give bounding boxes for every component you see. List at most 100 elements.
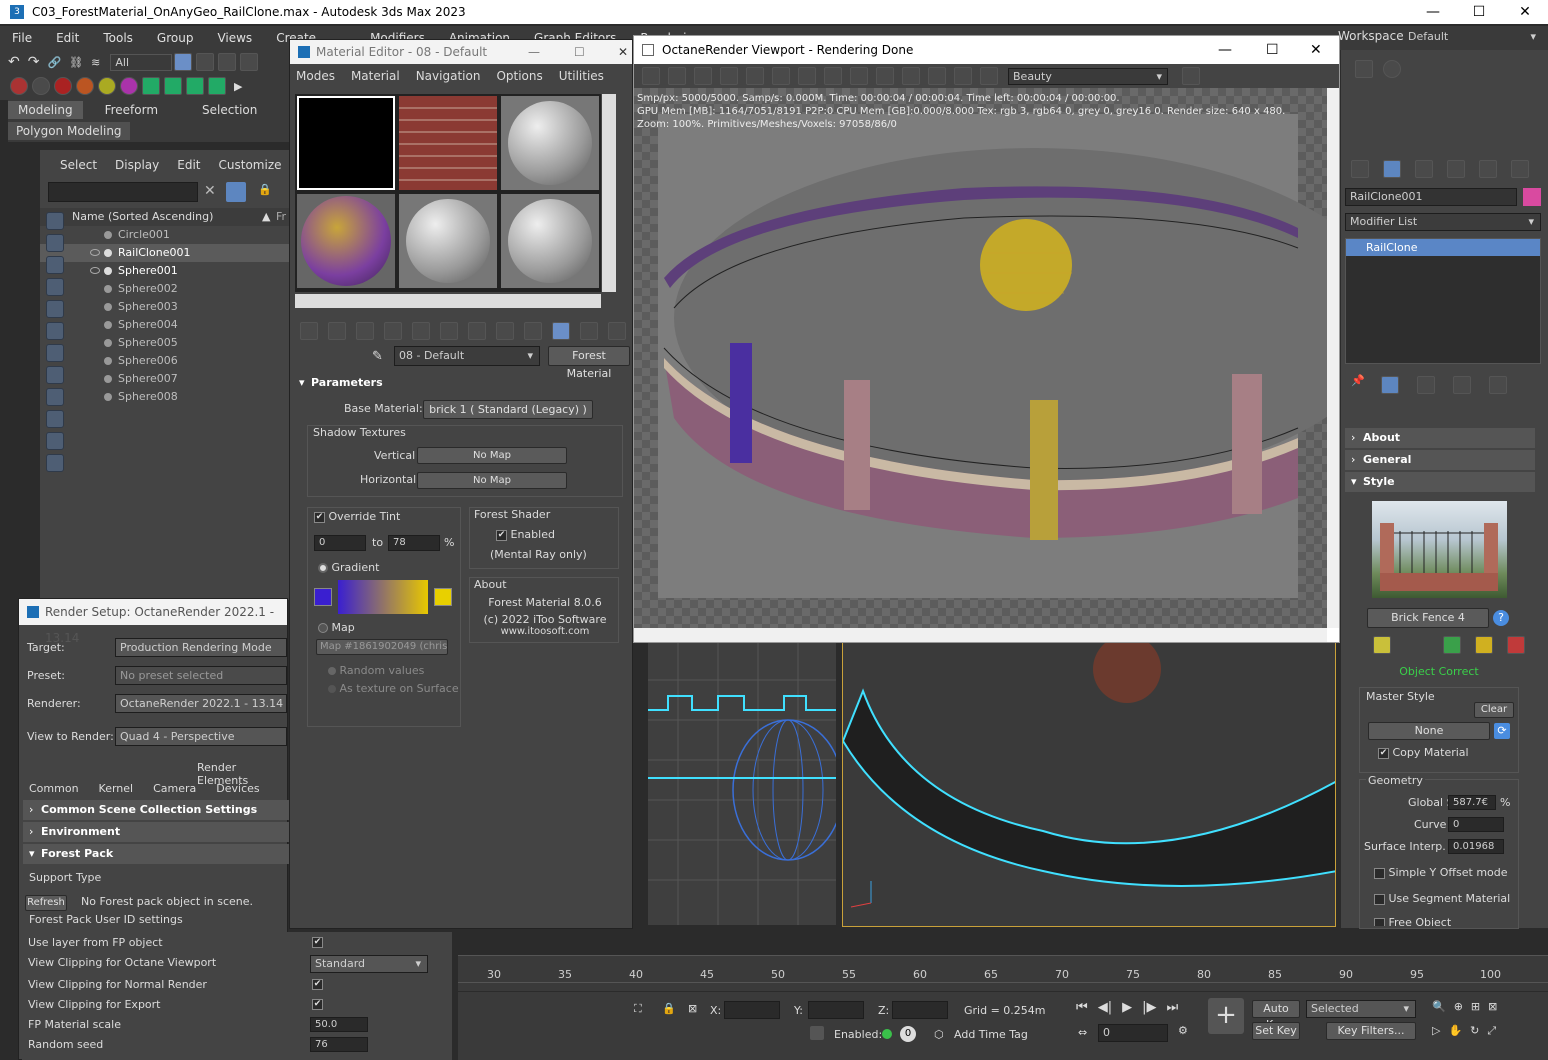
random-values-radio[interactable]: Random values xyxy=(328,664,424,677)
list-item[interactable]: RailClone001 xyxy=(40,244,290,262)
list-item[interactable]: Sphere001 xyxy=(40,262,290,280)
view-to-render-dropdown[interactable]: Quad 4 - Perspective xyxy=(115,727,287,746)
adaptive-degradation-icon[interactable] xyxy=(810,1026,824,1040)
gradient-radio[interactable]: Gradient xyxy=(318,561,379,574)
list-item[interactable]: Circle001 xyxy=(40,226,290,244)
show-end-result-icon[interactable] xyxy=(1380,376,1399,394)
eye-icon[interactable] xyxy=(90,267,100,274)
select-object-icon[interactable] xyxy=(174,53,193,71)
use-layer-checkbox[interactable]: ✔ xyxy=(312,937,323,948)
eyedropper-icon[interactable]: ✎ xyxy=(372,349,383,364)
use-segment-checkbox[interactable]: Use Segment Material xyxy=(1374,892,1510,905)
list-item[interactable]: Sphere008 xyxy=(40,388,290,406)
display-lights-icon[interactable] xyxy=(46,256,64,274)
tab-modeling[interactable]: Modeling xyxy=(8,101,83,119)
explorer-menu-display[interactable]: Display xyxy=(115,158,159,172)
octane-lock-icon[interactable] xyxy=(720,67,738,85)
tab-kernel[interactable]: Kernel xyxy=(89,779,144,799)
scale-icon[interactable] xyxy=(186,77,204,95)
object-color-swatch[interactable] xyxy=(1523,188,1541,206)
export-style-icon[interactable] xyxy=(1475,636,1493,654)
pin-stack-icon[interactable]: 📌 xyxy=(1351,374,1365,396)
material-name-field[interactable]: 08 - Default ▾ xyxy=(394,346,540,366)
physics-icon[interactable] xyxy=(54,77,72,95)
maximize-icon[interactable]: ☐ xyxy=(574,40,585,64)
help-icon[interactable]: ? xyxy=(1493,610,1509,626)
menu-group[interactable]: Group xyxy=(145,31,206,45)
remove-modifier-icon[interactable] xyxy=(1452,376,1471,394)
zoom-icon[interactable]: 🔍 xyxy=(1432,1000,1446,1013)
display-frozen-icon[interactable] xyxy=(46,432,64,450)
time-config-icon[interactable]: 0 xyxy=(900,1026,916,1042)
close-icon[interactable]: ✕ xyxy=(1310,36,1322,64)
pan-icon[interactable]: ✋ xyxy=(1448,1024,1462,1038)
save-icon[interactable] xyxy=(468,322,486,340)
unlink-icon[interactable]: ⛓ xyxy=(69,56,83,69)
preset-dropdown[interactable]: No preset selected xyxy=(115,666,287,685)
octane-copy-icon[interactable] xyxy=(668,67,686,85)
tab-camera[interactable]: Camera xyxy=(143,779,206,799)
zoom-all-icon[interactable]: ⊕ xyxy=(1454,1000,1463,1013)
octane-focus-icon[interactable] xyxy=(798,67,816,85)
base-material-button[interactable]: brick 1 ( Standard (Legacy) ) xyxy=(423,400,593,419)
material-slot[interactable] xyxy=(399,194,497,288)
forest-shader-enabled-checkbox[interactable]: ✔ Enabled xyxy=(496,528,555,541)
lock-icon[interactable]: 🔒 xyxy=(258,183,272,196)
maximize-viewport-icon[interactable]: ⤢ xyxy=(1487,1024,1496,1038)
display-cameras-icon[interactable] xyxy=(46,278,64,296)
octane-refresh-icon[interactable] xyxy=(772,67,790,85)
octane-fit-icon[interactable] xyxy=(1182,67,1200,85)
previous-frame-icon[interactable]: ◀| xyxy=(1098,1000,1112,1015)
key-selection-dropdown[interactable]: Selected ▾ xyxy=(1306,1000,1416,1018)
gradient-end-swatch[interactable] xyxy=(434,588,452,606)
explorer-menu-customize[interactable]: Customize xyxy=(219,158,282,172)
map-radio[interactable]: Map xyxy=(318,621,355,634)
scene-icon[interactable] xyxy=(76,77,94,95)
minimize-icon[interactable]: — xyxy=(528,40,540,64)
y-coordinate-field[interactable] xyxy=(808,1001,864,1019)
filter-icon[interactable] xyxy=(226,182,246,202)
target-dropdown[interactable]: Production Rendering Mode xyxy=(115,638,287,657)
octane-vertical-scrollbar[interactable] xyxy=(1327,88,1339,628)
me-menu-utilities[interactable]: Utilities xyxy=(559,69,604,83)
hierarchy-tab-icon[interactable] xyxy=(1415,160,1433,178)
octane-save-icon[interactable] xyxy=(642,67,660,85)
tint-map-button[interactable]: Map #1861902049 (chris_ xyxy=(316,639,448,655)
auto-key-button[interactable]: Auto Key xyxy=(1252,1000,1300,1031)
list-item[interactable]: Sphere004 xyxy=(40,316,290,334)
list-item[interactable]: Sphere007 xyxy=(40,370,290,388)
redo-icon[interactable]: ↷ xyxy=(28,54,40,70)
put-to-library-icon[interactable] xyxy=(440,322,458,340)
octane-film-icon[interactable] xyxy=(902,67,920,85)
clear-button[interactable]: Clear xyxy=(1474,702,1514,718)
render-icon[interactable] xyxy=(10,77,28,95)
display-helpers-icon[interactable] xyxy=(46,300,64,318)
tab-common[interactable]: Common xyxy=(19,779,89,799)
minimize-icon[interactable]: — xyxy=(1410,0,1456,24)
orbit-icon[interactable]: ↻ xyxy=(1470,1024,1479,1038)
display-shapes-icon[interactable] xyxy=(46,234,64,252)
import-style-icon[interactable] xyxy=(1443,636,1461,654)
show-map-icon[interactable] xyxy=(524,322,542,340)
close-icon[interactable]: ✕ xyxy=(618,40,628,64)
go-to-start-icon[interactable]: ⏮ xyxy=(1076,1000,1088,1015)
refresh-button[interactable]: Refresh xyxy=(25,895,67,911)
tint-to-spinner[interactable]: 78 xyxy=(388,535,440,551)
delete-icon[interactable] xyxy=(384,322,402,340)
material-icon[interactable] xyxy=(32,77,50,95)
rollout-about[interactable]: › About xyxy=(1345,428,1535,448)
current-frame-field[interactable]: 0 xyxy=(1098,1024,1168,1042)
utilities-tab-icon[interactable] xyxy=(1511,160,1529,178)
select-by-name-icon[interactable] xyxy=(196,53,215,71)
octane-pause-icon[interactable] xyxy=(746,67,764,85)
polygon-modeling-label[interactable]: Polygon Modeling xyxy=(8,122,130,140)
get-material-icon[interactable] xyxy=(300,322,318,340)
eye-icon[interactable] xyxy=(90,249,100,256)
free-object-checkbox[interactable]: Free Object xyxy=(1374,916,1451,926)
octane-color-icon[interactable] xyxy=(824,67,842,85)
random-seed-spinner[interactable]: 76 xyxy=(310,1037,368,1052)
create-tab-icon[interactable] xyxy=(1351,160,1369,178)
modify-tab-icon[interactable] xyxy=(1383,160,1401,178)
display-containers-icon[interactable] xyxy=(46,410,64,428)
configure-modifier-sets-icon[interactable] xyxy=(1488,376,1507,394)
